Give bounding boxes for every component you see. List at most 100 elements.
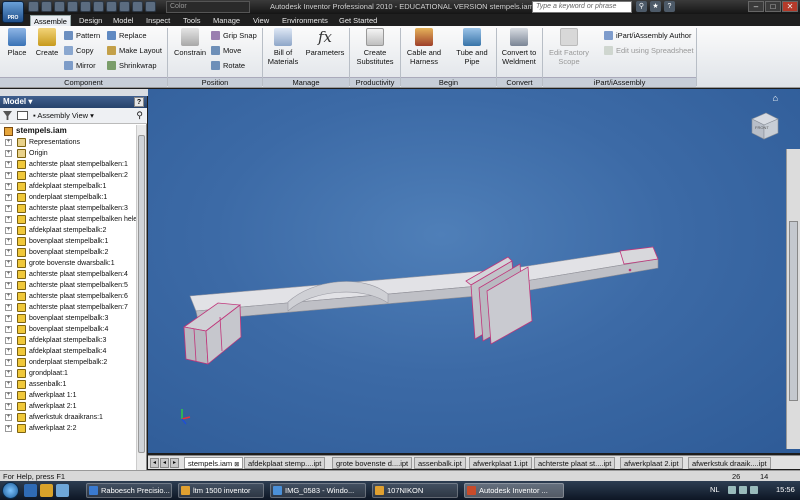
expand-icon[interactable]: + — [5, 271, 12, 278]
home-view-icon[interactable]: ⌂ — [773, 93, 778, 103]
cable-and-harness-button[interactable]: Cable and Harness — [404, 28, 444, 66]
expand-icon[interactable]: + — [5, 337, 12, 344]
power-icon[interactable] — [750, 486, 758, 494]
expand-icon[interactable]: + — [5, 172, 12, 179]
expand-icon[interactable]: + — [5, 348, 12, 355]
tab-manage[interactable]: Manage — [210, 15, 243, 26]
expand-icon[interactable]: + — [5, 216, 12, 223]
filter-icon[interactable] — [3, 111, 12, 120]
browser-scrollbar[interactable] — [136, 125, 146, 471]
convert-to-weldment-button[interactable]: Convert to Weldment — [498, 28, 540, 66]
tree-item[interactable]: + bovenplaat stempelbalk:2 — [0, 247, 136, 258]
task-img[interactable]: IMG_0583 - Windo... — [270, 483, 366, 498]
tree-item[interactable]: + achterste plaat stempelbalken:2 — [0, 170, 136, 181]
expand-icon[interactable]: + — [5, 139, 12, 146]
tree-item[interactable]: + afwerkstuk draaikrans:1 — [0, 412, 136, 423]
expand-icon[interactable]: + — [5, 315, 12, 322]
pattern-button[interactable]: Pattern — [64, 30, 100, 41]
expand-icon[interactable]: + — [5, 205, 12, 212]
tree-item[interactable]: + afdekplaat stempelbalk:3 — [0, 335, 136, 346]
edit-spreadsheet-button[interactable]: Edit using Spreadsheet — [604, 45, 694, 56]
tube-and-pipe-button[interactable]: Tube and Pipe — [452, 28, 492, 66]
expand-icon[interactable]: + — [5, 260, 12, 267]
network-icon[interactable] — [728, 486, 736, 494]
tab-environments[interactable]: Environments — [279, 15, 331, 26]
doc-tab[interactable]: afdekplaat stemp....ipt — [244, 457, 326, 469]
browser-header[interactable]: Model ▾ ? — [0, 96, 147, 108]
open-icon[interactable] — [41, 1, 52, 12]
undo-icon[interactable] — [67, 1, 78, 12]
tree-item[interactable]: + bovenplaat stempelbalk:4 — [0, 324, 136, 335]
assembly-view-dropdown[interactable]: ▪ Assembly View ▾ — [33, 111, 94, 120]
clock[interactable]: 15:56 — [776, 485, 795, 494]
tree-item[interactable]: + bovenplaat stempelbalk:1 — [0, 236, 136, 247]
graphics-viewport[interactable]: FRONT ⌂ — [148, 89, 800, 453]
close-tab-icon[interactable]: ⊠ — [234, 462, 239, 468]
tree-item[interactable]: + Origin — [0, 148, 136, 159]
copy-button[interactable]: Copy — [64, 45, 94, 56]
tabs-first-button[interactable]: ◂ — [150, 458, 159, 468]
redo-icon[interactable] — [80, 1, 91, 12]
expand-icon[interactable]: + — [5, 150, 12, 157]
bill-of-materials-button[interactable]: Bill of Materials — [265, 28, 301, 66]
tree-item[interactable]: + afdekplaat stempelbalk:2 — [0, 225, 136, 236]
move-button[interactable]: Move — [211, 45, 241, 56]
tree-item[interactable]: + assenbalk:1 — [0, 379, 136, 390]
tree-item[interactable]: + achterste plaat stempelbalken:5 — [0, 280, 136, 291]
media-icon[interactable] — [56, 484, 69, 497]
tree-item[interactable]: + onderplaat stempelbalk:1 — [0, 192, 136, 203]
minimize-button[interactable]: – — [748, 1, 764, 12]
replace-button[interactable]: Replace — [107, 30, 147, 41]
binoculars-icon[interactable]: ⚲ — [636, 1, 647, 12]
tree-item[interactable]: + afdekplaat stempelbalk:1 — [0, 181, 136, 192]
expand-icon[interactable]: + — [5, 249, 12, 256]
expand-icon[interactable]: + — [5, 403, 12, 410]
place-button[interactable]: Place — [4, 28, 30, 57]
tree-root[interactable]: stempels.iam — [0, 125, 136, 137]
tree-item[interactable]: + Representations — [0, 137, 136, 148]
tab-view[interactable]: View — [250, 15, 272, 26]
maximize-button[interactable]: □ — [765, 1, 781, 12]
navigation-thumb[interactable] — [789, 221, 798, 401]
explorer-icon[interactable] — [40, 484, 53, 497]
tree-item[interactable]: + onderplaat stempelbalk:2 — [0, 357, 136, 368]
expand-icon[interactable]: + — [5, 161, 12, 168]
select-icon[interactable] — [132, 1, 143, 12]
ipart-author-button[interactable]: iPart/iAssembly Author — [604, 30, 691, 41]
expand-icon[interactable]: + — [5, 183, 12, 190]
tree-layout-icon[interactable] — [17, 111, 28, 120]
create-button[interactable]: Create — [34, 28, 60, 57]
tree-item[interactable]: + achterste plaat stempelbalken:4 — [0, 269, 136, 280]
expand-icon[interactable]: + — [5, 392, 12, 399]
doc-tab[interactable]: assenbalk.ipt — [414, 457, 466, 469]
tree-item[interactable]: + afwerkplaat 1:1 — [0, 390, 136, 401]
doc-tab[interactable]: grote bovenste d....ipt — [332, 457, 413, 469]
shrinkwrap-button[interactable]: Shrinkwrap — [107, 60, 157, 71]
doc-tab[interactable]: achterste plaat st....ipt — [534, 457, 616, 469]
expand-icon[interactable]: + — [5, 227, 12, 234]
home-icon[interactable] — [93, 1, 104, 12]
tree-item[interactable]: + afwerkplaat 2:1 — [0, 401, 136, 412]
expand-icon[interactable]: + — [5, 381, 12, 388]
doc-tab[interactable]: afwerkstuk draaik....ipt — [688, 457, 771, 469]
create-substitutes-button[interactable]: Create Substitutes — [353, 28, 397, 66]
ie-icon[interactable] — [24, 484, 37, 497]
doc-tab[interactable]: afwerkplaat 1.ipt — [469, 457, 532, 469]
tree-item[interactable]: + grondplaat:1 — [0, 368, 136, 379]
doc-tab-stempels[interactable]: stempels.iam ⊠ — [184, 457, 244, 469]
tab-get-started[interactable]: Get Started — [336, 15, 380, 26]
tab-assemble[interactable]: Assemble — [30, 15, 71, 26]
tree-item[interactable]: + achterste plaat stempelbalken hele — [0, 214, 136, 225]
tree-item[interactable]: + achterste plaat stempelbalken:6 — [0, 291, 136, 302]
scroll-thumb[interactable] — [138, 135, 145, 453]
expand-icon[interactable]: + — [5, 326, 12, 333]
return-icon[interactable] — [106, 1, 117, 12]
tab-model[interactable]: Model — [110, 15, 136, 26]
subscription-icon[interactable]: ★ — [650, 1, 661, 12]
task-ltm[interactable]: ltm 1500 inventor — [178, 483, 264, 498]
doc-tab[interactable]: afwerkplaat 2.ipt — [620, 457, 683, 469]
expand-icon[interactable]: + — [5, 304, 12, 311]
expand-icon[interactable]: + — [5, 425, 12, 432]
search-input[interactable]: Type a keyword or phrase — [532, 1, 632, 13]
tabs-prev-button[interactable]: ◂ — [160, 458, 169, 468]
